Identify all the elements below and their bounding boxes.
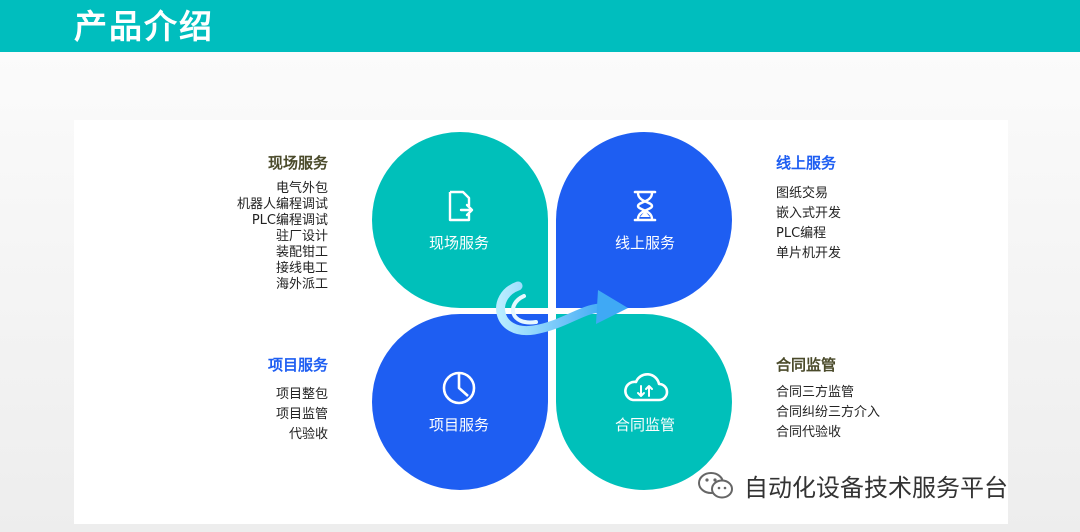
petal-label: 合同监管 xyxy=(614,416,675,434)
cloud-sync-icon xyxy=(624,372,669,402)
section-list-online: 图纸交易嵌入式开发 PLC编程单片机开发 xyxy=(776,184,841,264)
petal-label: 线上服务 xyxy=(614,234,675,252)
wechat-icon xyxy=(698,471,733,498)
list-item: 合同三方监管 xyxy=(776,385,855,400)
list-item: 合同代验收 xyxy=(776,425,842,440)
list-item: 装配钳工 xyxy=(275,245,328,260)
list-item: PLC编程 xyxy=(776,226,827,241)
list-item: PLC编程调试 xyxy=(251,213,328,228)
petal-label: 项目服务 xyxy=(428,416,489,434)
section-title-contract: 合同监管 xyxy=(776,356,837,374)
list-item: 代验收 xyxy=(288,427,328,442)
list-item: 图纸交易 xyxy=(776,186,829,201)
section-list-contract: 合同三方监管合同纠纷三方介入 合同代验收 xyxy=(776,383,880,443)
watermark: 自动化设备技术服务平台 xyxy=(696,468,1008,503)
hourglass-icon xyxy=(633,190,657,222)
header-bar: 产品介绍 xyxy=(0,0,1080,52)
document-arrow-icon xyxy=(448,190,474,222)
section-title-onsite: 现场服务 xyxy=(267,154,328,172)
list-item: 机器人编程调试 xyxy=(236,197,328,212)
list-item: 单片机开发 xyxy=(776,246,842,261)
watermark-text: 自动化设备技术服务平台 xyxy=(744,474,1008,502)
list-item: 嵌入式开发 xyxy=(776,206,842,221)
list-item: 驻厂设计 xyxy=(275,229,328,244)
list-item: 合同纠纷三方介入 xyxy=(776,405,881,420)
section-title-online: 线上服务 xyxy=(776,154,837,172)
swoosh-arrow-icon xyxy=(496,281,628,336)
list-item: 电气外包 xyxy=(275,181,328,196)
section-title-project: 项目服务 xyxy=(267,356,328,374)
list-item: 接线电工 xyxy=(275,261,328,276)
petal-label: 现场服务 xyxy=(428,234,489,252)
list-item: 项目整包 xyxy=(275,387,328,402)
section-list-onsite: 电气外包 机器人编程调试 PLC编程调试 驻厂设计 装配钳工 接线电工 海外派工 xyxy=(237,181,328,293)
list-item: 项目监管 xyxy=(275,407,328,422)
page-title: 产品介绍 xyxy=(74,7,214,46)
section-list-project: 项目整包项目监管代验收 xyxy=(276,385,328,445)
list-item: 海外派工 xyxy=(275,277,328,292)
clock-icon xyxy=(442,371,476,405)
